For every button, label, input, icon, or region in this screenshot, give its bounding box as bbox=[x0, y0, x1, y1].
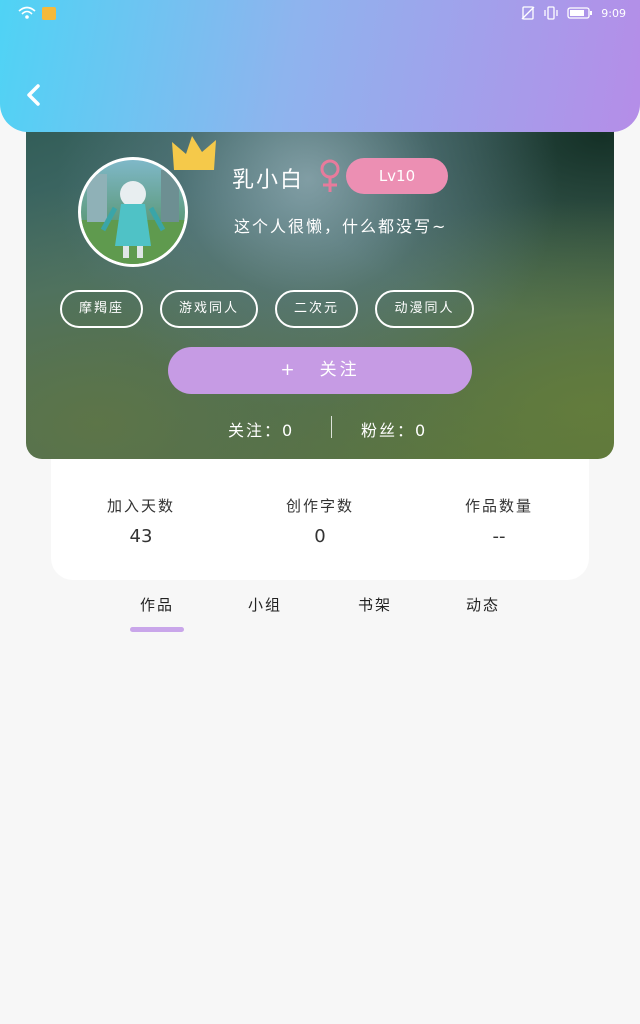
stat-label: 加入天数 bbox=[106, 497, 175, 515]
tag-item[interactable]: 动漫同人 bbox=[375, 290, 474, 328]
back-button[interactable] bbox=[20, 78, 50, 112]
follow-label: 关注 bbox=[319, 360, 360, 380]
username: 乳小白 bbox=[232, 168, 305, 193]
tag-item[interactable]: 游戏同人 bbox=[160, 290, 258, 328]
vibrate-icon bbox=[544, 6, 558, 20]
tab-activity[interactable]: 动态 bbox=[466, 594, 500, 615]
bio-text: 这个人很懒，什么都没写~ bbox=[234, 217, 448, 236]
stat-works-count: 作品数量 -- bbox=[429, 495, 569, 547]
tab-works[interactable]: 作品 bbox=[140, 594, 174, 615]
no-sim-icon bbox=[521, 6, 535, 20]
stats-card: 加入天数 43 创作字数 0 作品数量 -- bbox=[51, 459, 589, 580]
fans-count[interactable]: 粉丝：0 bbox=[361, 417, 427, 441]
stat-label: 创作字数 bbox=[285, 497, 354, 515]
divider bbox=[331, 416, 332, 438]
profile-card: 乳小白 Lv10 这个人很懒，什么都没写~ 摩羯座 游戏同人 二次元 动漫同人 … bbox=[26, 100, 614, 459]
status-bar-right: 9:09 bbox=[521, 6, 626, 20]
plus-icon: + bbox=[280, 360, 298, 380]
female-gender-icon bbox=[320, 159, 340, 192]
tab-bar: 作品 小组 书架 动态 bbox=[0, 594, 640, 634]
tag-item[interactable]: 摩羯座 bbox=[60, 290, 143, 328]
status-time: 9:09 bbox=[601, 6, 626, 20]
stat-value: -- bbox=[492, 526, 506, 547]
tab-bookshelf[interactable]: 书架 bbox=[358, 594, 392, 615]
level-badge: Lv10 bbox=[346, 158, 448, 194]
stat-join-days: 加入天数 43 bbox=[71, 495, 211, 547]
sim-card-icon bbox=[42, 6, 56, 20]
tag-item[interactable]: 二次元 bbox=[275, 290, 358, 328]
following-count[interactable]: 关注：0 bbox=[228, 417, 294, 441]
stat-value: 43 bbox=[129, 526, 153, 547]
follow-button[interactable]: + 关注 bbox=[168, 347, 472, 394]
stat-value: 0 bbox=[314, 526, 326, 547]
header-bar: 9:09 bbox=[0, 0, 640, 132]
crown-icon bbox=[172, 136, 216, 170]
wifi-icon bbox=[18, 6, 36, 19]
stat-label: 作品数量 bbox=[464, 497, 533, 515]
tag-list: 摩羯座 游戏同人 二次元 动漫同人 bbox=[60, 290, 580, 328]
tab-groups[interactable]: 小组 bbox=[248, 594, 282, 615]
status-bar-left bbox=[18, 6, 56, 20]
battery-icon bbox=[567, 7, 593, 19]
tab-active-indicator bbox=[130, 627, 184, 632]
stat-word-count: 创作字数 0 bbox=[250, 495, 390, 547]
